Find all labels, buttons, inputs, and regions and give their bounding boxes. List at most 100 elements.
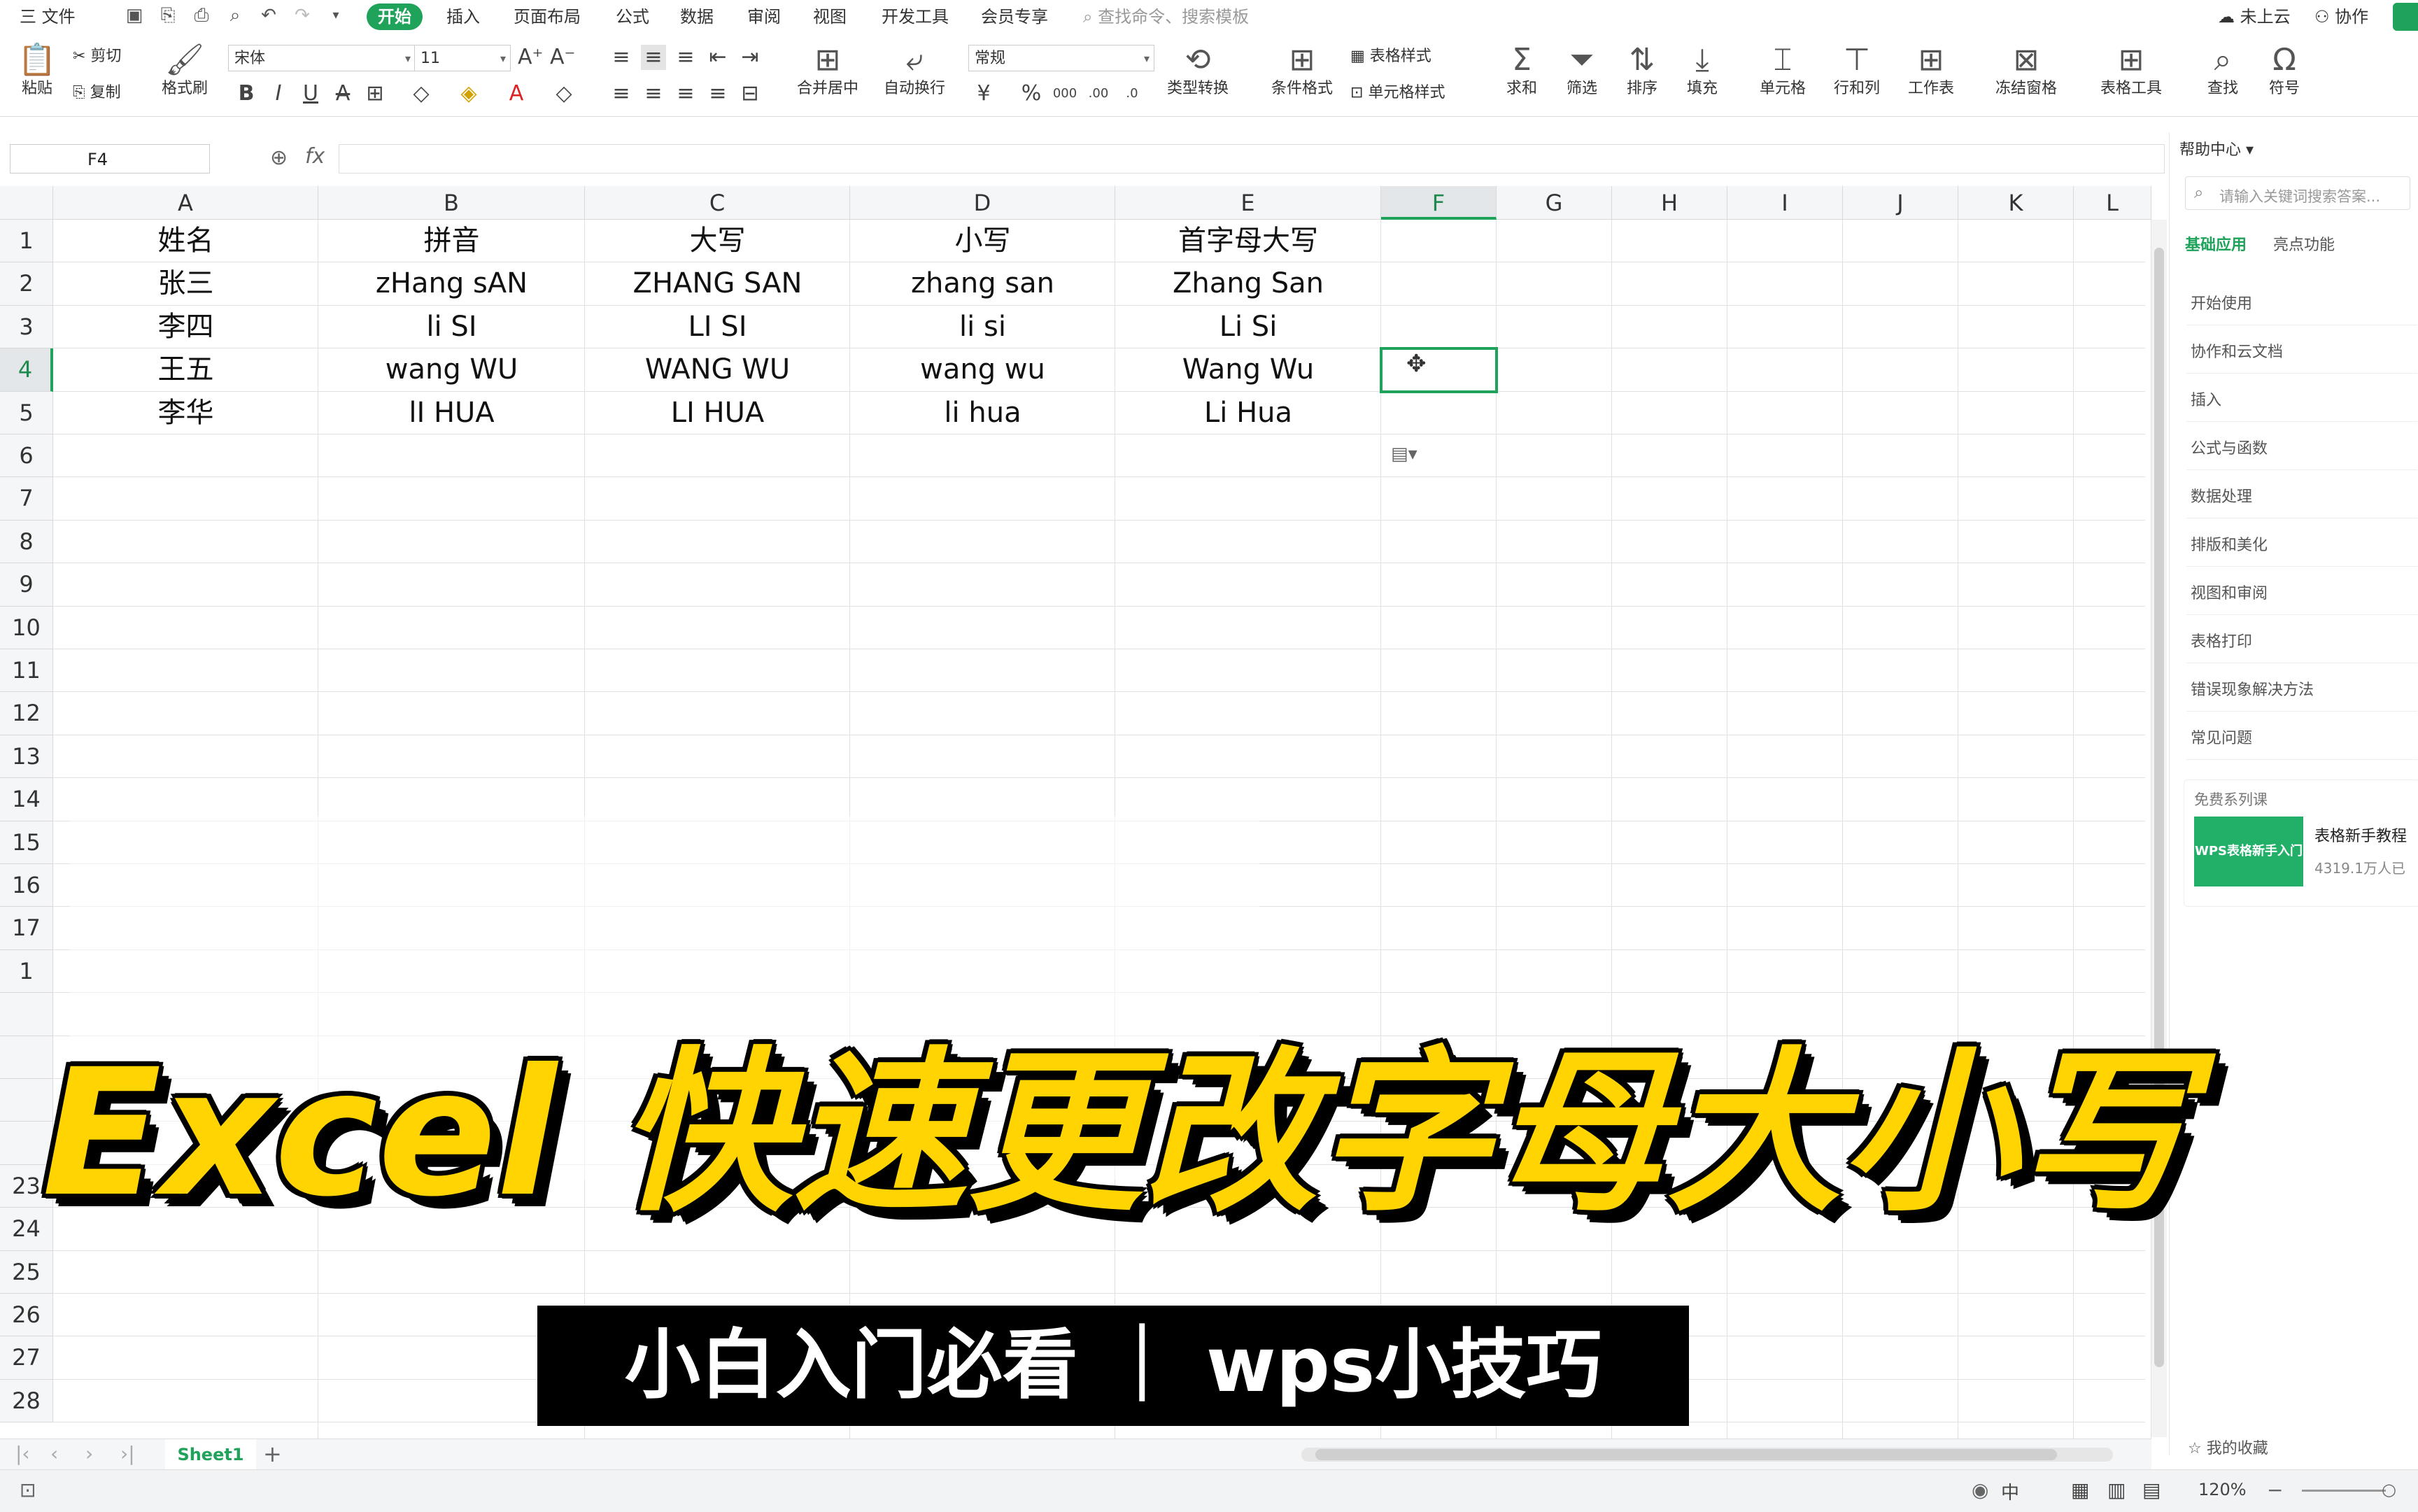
row-header[interactable]: 10	[0, 606, 53, 649]
align-right-icon[interactable]: ≡	[673, 81, 698, 106]
column-header-g[interactable]: G	[1497, 186, 1612, 220]
data-cell[interactable]: Zhang San	[1115, 262, 1381, 305]
data-cell[interactable]: 李四	[53, 306, 318, 348]
first-sheet-icon[interactable]: |‹	[15, 1442, 30, 1465]
macro-icon[interactable]: ⊡	[20, 1478, 36, 1502]
last-sheet-icon[interactable]: ›|	[120, 1442, 135, 1465]
favorites-link[interactable]: ☆ 我的收藏	[2188, 1436, 2268, 1458]
paste-button[interactable]: 📋 粘贴	[13, 42, 62, 99]
row-header[interactable]: 13	[0, 735, 53, 779]
row-header[interactable]: 27	[0, 1336, 53, 1380]
header-cell[interactable]: 小写	[850, 220, 1115, 262]
justify-icon[interactable]: ≡	[705, 81, 730, 106]
tab-data[interactable]: 数据	[680, 0, 714, 34]
italic-icon[interactable]: I	[266, 81, 291, 106]
header-cell[interactable]: 大写	[585, 220, 850, 262]
data-cell[interactable]: 王五	[53, 348, 318, 391]
cloud-status[interactable]: ☁ 未上云	[2218, 0, 2291, 34]
redo-icon[interactable]: ↷	[292, 6, 312, 25]
horizontal-scroll-thumb[interactable]	[1315, 1449, 2057, 1460]
help-search-input[interactable]: ⌕ 请输入关键词搜索答案...	[2185, 176, 2410, 210]
page-layout-view-icon[interactable]: ▥	[2107, 1478, 2126, 1502]
number-format-select[interactable]: 常规 ▾	[968, 45, 1154, 71]
help-topic-item[interactable]: 协作和云文档	[2191, 339, 2283, 362]
command-search[interactable]: ⌕ 查找命令、搜索模板	[1083, 0, 1249, 34]
indent-increase-icon[interactable]: ⇥	[737, 45, 763, 70]
print-icon[interactable]: ⎙	[192, 6, 211, 25]
underline-icon[interactable]: U	[298, 81, 323, 106]
column-header-k[interactable]: K	[1958, 186, 2074, 220]
name-box[interactable]: F4	[10, 144, 210, 174]
help-topic-item[interactable]: 排版和美化	[2191, 532, 2268, 555]
column-header-h[interactable]: H	[1612, 186, 1727, 220]
table-style-button[interactable]: ▦ 表格样式	[1350, 43, 1462, 66]
percent-icon[interactable]: %	[1019, 81, 1044, 106]
row-header[interactable]: 8	[0, 520, 53, 564]
help-topic-item[interactable]: 错误现象解决方法	[2191, 677, 2314, 700]
tab-highlights[interactable]: 亮点功能	[2273, 232, 2335, 255]
help-topic-item[interactable]: 表格打印	[2191, 629, 2252, 651]
row-header[interactable]: 12	[0, 692, 53, 735]
help-topic-item[interactable]: 开始使用	[2191, 291, 2252, 313]
tab-home[interactable]: 开始	[367, 3, 423, 30]
undo-icon[interactable]: ↶	[259, 6, 278, 25]
data-cell[interactable]: 张三	[53, 262, 318, 305]
customize-icon[interactable]: ▾	[326, 6, 346, 25]
file-menu[interactable]: 三 文件	[20, 0, 76, 34]
share-icon[interactable]	[2393, 3, 2418, 31]
align-bottom-icon[interactable]: ≡	[673, 45, 698, 70]
collab-button[interactable]: ⚇ 协作	[2314, 0, 2368, 34]
filter-button[interactable]: ⏷ 筛选	[1557, 42, 1606, 99]
header-cell[interactable]: 拼音	[318, 220, 585, 262]
align-middle-icon[interactable]: ≡	[641, 45, 666, 70]
column-header-c[interactable]: C	[585, 186, 850, 220]
tab-review[interactable]: 审阅	[747, 0, 781, 34]
freeze-panes-button[interactable]: ⊠ 冻结窗格	[1984, 42, 2068, 99]
row-header[interactable]: 17	[0, 907, 53, 950]
clear-format-icon[interactable]: ◇	[551, 81, 577, 106]
row-header[interactable]: 9	[0, 563, 53, 607]
row-header[interactable]: 7	[0, 477, 53, 521]
row-header[interactable]: 26	[0, 1294, 53, 1337]
align-center-icon[interactable]: ≡	[641, 81, 666, 106]
horizontal-scrollbar[interactable]	[1301, 1448, 2113, 1462]
zoom-level[interactable]: 120%	[2198, 1480, 2247, 1499]
decrease-decimal-icon[interactable]: .0	[1119, 81, 1145, 106]
font-color-icon[interactable]: A	[504, 81, 529, 106]
bold-icon[interactable]: B	[234, 81, 259, 106]
data-cell[interactable]: wang WU	[318, 348, 585, 391]
align-top-icon[interactable]: ≡	[609, 45, 634, 70]
data-cell[interactable]: WANG WU	[585, 348, 850, 391]
prev-sheet-icon[interactable]: ‹	[50, 1442, 58, 1465]
column-header-i[interactable]: I	[1727, 186, 1843, 220]
column-header-b[interactable]: B	[318, 186, 585, 220]
add-sheet-icon[interactable]: +	[263, 1441, 282, 1467]
active-cell[interactable]	[1380, 347, 1498, 393]
column-header-d[interactable]: D	[850, 186, 1115, 220]
column-header-j[interactable]: J	[1843, 186, 1958, 220]
tab-page-layout[interactable]: 页面布局	[514, 0, 581, 34]
export-icon[interactable]: ⎘	[158, 6, 178, 25]
data-cell[interactable]: ZHANG SAN	[585, 262, 850, 305]
data-cell[interactable]: LI HUA	[585, 392, 850, 434]
increase-decimal-icon[interactable]: .00	[1086, 81, 1111, 106]
help-topic-item[interactable]: 数据处理	[2191, 484, 2252, 507]
zoom-formula-icon[interactable]: ⊕	[270, 146, 288, 170]
zoom-out-icon[interactable]: −	[2267, 1478, 2283, 1502]
worksheet-button[interactable]: ⊞ 工作表	[1897, 42, 1965, 99]
paste-options-icon[interactable]: ▤▾	[1391, 444, 1417, 465]
normal-view-icon[interactable]: ▦	[2071, 1478, 2089, 1502]
row-header[interactable]: 28	[0, 1379, 53, 1423]
save-icon[interactable]: ▣	[125, 6, 144, 25]
help-center-title[interactable]: 帮助中心 ▾	[2179, 137, 2254, 160]
type-convert-button[interactable]: ⟲ 类型转换	[1156, 42, 1240, 99]
row-header[interactable]: 11	[0, 649, 53, 693]
sum-button[interactable]: Σ 求和	[1497, 42, 1546, 99]
help-topic-item[interactable]: 公式与函数	[2191, 436, 2268, 458]
row-header[interactable]: 2	[0, 262, 53, 306]
next-sheet-icon[interactable]: ›	[85, 1442, 93, 1465]
currency-icon[interactable]: ¥	[971, 81, 996, 106]
header-cell[interactable]: 姓名	[53, 220, 318, 262]
merge-center-button[interactable]: ⊞ 合并居中	[786, 42, 869, 99]
data-cell[interactable]: li SI	[318, 306, 585, 348]
